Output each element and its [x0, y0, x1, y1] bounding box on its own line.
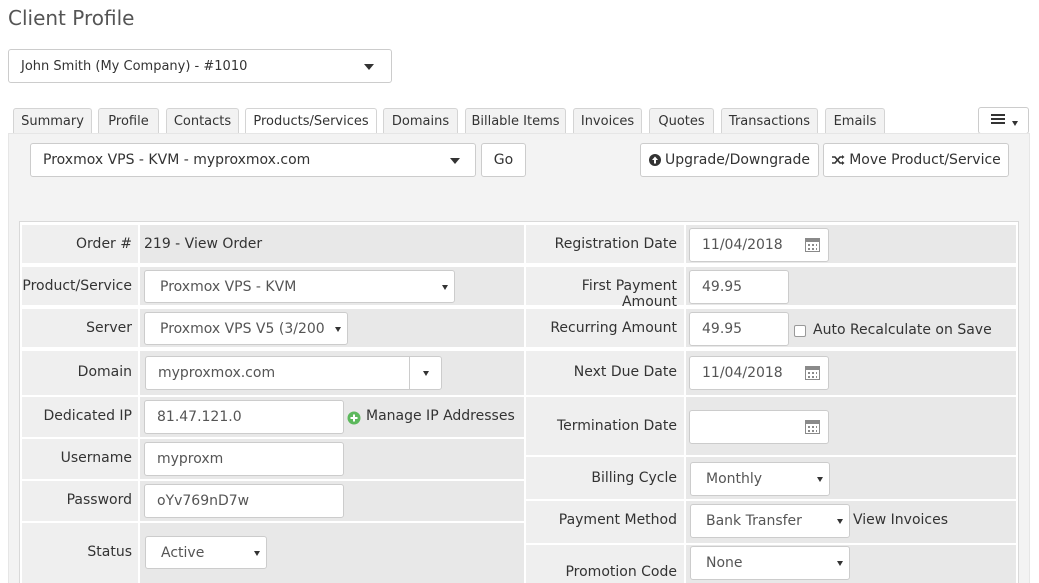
chevron-down-icon	[1012, 121, 1018, 126]
auto-recalculate-label: Auto Recalculate on Save	[813, 322, 992, 338]
termination-date-label: Termination Date	[556, 418, 677, 434]
chevron-down-icon	[817, 477, 823, 482]
chevron-down-icon	[837, 519, 843, 524]
tab-summary[interactable]: Summary	[13, 108, 92, 134]
billing-cycle-label: Billing Cycle	[591, 470, 677, 486]
domain-input[interactable]: myproxmox.com	[145, 356, 442, 390]
username-input[interactable]: myproxm	[144, 442, 344, 476]
order-label: Order #	[76, 236, 132, 252]
chevron-down-icon	[442, 285, 448, 290]
chevron-down-icon	[335, 327, 341, 332]
product-service-select-value: Proxmox VPS - KVM - myproxmox.com	[43, 152, 311, 168]
calendar-icon[interactable]	[805, 366, 820, 380]
payment-method-value: Bank Transfer	[706, 513, 802, 529]
first-payment-amount-input[interactable]: 49.95	[689, 270, 789, 304]
tab-transactions[interactable]: Transactions	[721, 108, 818, 134]
username-value: myproxm	[157, 451, 224, 467]
order-value-link[interactable]: 219 - View Order	[144, 236, 262, 252]
page-title: Client Profile	[8, 6, 135, 30]
domain-dropdown-toggle[interactable]	[409, 357, 441, 389]
status-dropdown-value: Active	[161, 544, 205, 561]
tab-emails[interactable]: Emails	[825, 108, 885, 134]
chevron-down-icon	[364, 64, 374, 70]
first-payment-amount-value: 49.95	[702, 279, 743, 295]
termination-date-input[interactable]	[689, 410, 829, 444]
client-select[interactable]: John Smith (My Company) - #1010	[8, 49, 392, 83]
product-service-select[interactable]: Proxmox VPS - KVM - myproxmox.com	[30, 143, 476, 177]
product-service-label: Product/Service	[22, 278, 132, 294]
manage-ip-addresses-link[interactable]: Manage IP Addresses	[366, 408, 515, 424]
hamburger-menu-icon	[991, 114, 1005, 124]
tab-profile[interactable]: Profile	[98, 108, 159, 134]
billing-cycle-dropdown[interactable]: Monthly	[690, 462, 830, 496]
plus-circle-icon[interactable]	[347, 411, 361, 425]
tab-quotes[interactable]: Quotes	[649, 108, 714, 134]
arrow-up-circle-icon	[649, 154, 662, 166]
registration-date-label: Registration Date	[554, 236, 677, 252]
auto-recalculate-checkbox[interactable]	[794, 325, 806, 337]
move-product-service-label: Move Product/Service	[849, 152, 1001, 168]
domain-input-value: myproxmox.com	[158, 365, 276, 381]
domain-label: Domain	[77, 364, 132, 380]
billing-cycle-value: Monthly	[706, 471, 763, 487]
registration-date-value: 11/04/2018	[702, 237, 783, 253]
calendar-icon[interactable]	[805, 420, 820, 434]
next-due-date-input[interactable]: 11/04/2018	[689, 356, 829, 390]
payment-method-dropdown[interactable]: Bank Transfer	[690, 504, 850, 538]
server-label: Server	[86, 320, 132, 336]
tab-domains[interactable]: Domains	[383, 108, 458, 134]
view-invoices-link[interactable]: View Invoices	[853, 512, 948, 528]
recurring-amount-value: 49.95	[702, 321, 743, 337]
dedicated-ip-input[interactable]: 81.47.121.0	[144, 400, 344, 434]
next-due-date-value: 11/04/2018	[702, 365, 783, 381]
move-product-service-button[interactable]: Move Product/Service	[823, 143, 1009, 177]
upgrade-downgrade-button[interactable]: Upgrade/Downgrade	[640, 143, 819, 177]
client-select-value: John Smith (My Company) - #1010	[21, 59, 248, 74]
payment-method-label: Payment Method	[558, 512, 677, 528]
product-service-dropdown-value: Proxmox VPS - KVM	[160, 278, 297, 295]
shuffle-icon	[832, 155, 845, 165]
server-dropdown[interactable]: Proxmox VPS V5 (3/200	[144, 312, 348, 345]
next-due-date-label: Next Due Date	[573, 364, 677, 380]
chevron-down-icon	[254, 551, 260, 556]
chevron-down-icon	[423, 371, 429, 376]
promotion-code-dropdown[interactable]: None	[690, 546, 850, 580]
tabs-menu-button[interactable]	[978, 107, 1029, 134]
promotion-code-value: None	[706, 555, 743, 571]
promotion-code-label: Promotion Code	[565, 564, 677, 580]
dedicated-ip-label: Dedicated IP	[43, 408, 132, 424]
username-label: Username	[60, 450, 132, 466]
calendar-icon[interactable]	[805, 238, 820, 252]
tab-products-services[interactable]: Products/Services	[245, 108, 377, 135]
status-label: Status	[87, 544, 132, 560]
first-payment-amount-label: First Payment Amount	[581, 278, 677, 310]
product-service-dropdown[interactable]: Proxmox VPS - KVM	[144, 270, 455, 303]
go-button[interactable]: Go	[481, 143, 526, 177]
chevron-down-icon	[837, 561, 843, 566]
tab-contacts[interactable]: Contacts	[166, 108, 239, 134]
chevron-down-icon	[450, 158, 460, 164]
password-value: oYv769nD7w	[157, 493, 250, 509]
status-dropdown[interactable]: Active	[145, 536, 267, 569]
recurring-amount-input[interactable]: 49.95	[689, 312, 789, 346]
dedicated-ip-value: 81.47.121.0	[157, 409, 242, 425]
password-label: Password	[66, 492, 132, 508]
server-dropdown-value: Proxmox VPS V5 (3/200	[160, 320, 325, 337]
password-input[interactable]: oYv769nD7w	[144, 484, 344, 518]
registration-date-input[interactable]: 11/04/2018	[689, 228, 829, 262]
upgrade-downgrade-label: Upgrade/Downgrade	[665, 152, 810, 168]
recurring-amount-label: Recurring Amount	[550, 320, 677, 336]
tab-invoices[interactable]: Invoices	[573, 108, 642, 134]
tab-billable-items[interactable]: Billable Items	[465, 108, 566, 134]
